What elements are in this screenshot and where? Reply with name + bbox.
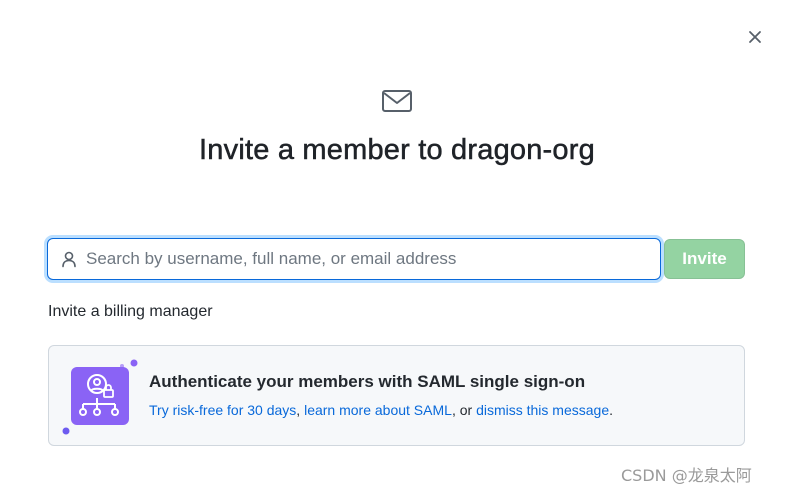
saml-body: Try risk-free for 30 days, learn more ab… [149, 402, 613, 418]
saml-heading: Authenticate your members with SAML sing… [149, 372, 586, 391]
saml-separator: , [296, 402, 305, 418]
search-field[interactable] [47, 238, 661, 280]
saml-org-icon [62, 359, 138, 435]
close-icon [749, 31, 761, 43]
dismiss-message-link[interactable]: dismiss this message [476, 402, 609, 418]
saml-period: . [609, 402, 613, 418]
close-button[interactable] [742, 24, 768, 50]
invite-dialog: Invite a member to dragon-org Invite Inv… [0, 0, 788, 492]
watermark: CSDN @龙泉太阿 [621, 466, 752, 485]
saml-banner: Authenticate your members with SAML sing… [48, 345, 745, 446]
search-input[interactable] [86, 244, 646, 274]
try-risk-free-link[interactable]: Try risk-free for 30 days [149, 402, 296, 418]
saml-separator: , or [451, 402, 477, 418]
person-icon [62, 251, 76, 268]
invite-billing-manager-link[interactable]: Invite a billing manager [48, 303, 213, 321]
mail-icon [382, 90, 412, 112]
invite-button[interactable]: Invite [664, 239, 745, 279]
learn-more-saml-link[interactable]: learn more about SAML [304, 402, 452, 418]
dialog-title: Invite a member to dragon-org [199, 134, 595, 167]
